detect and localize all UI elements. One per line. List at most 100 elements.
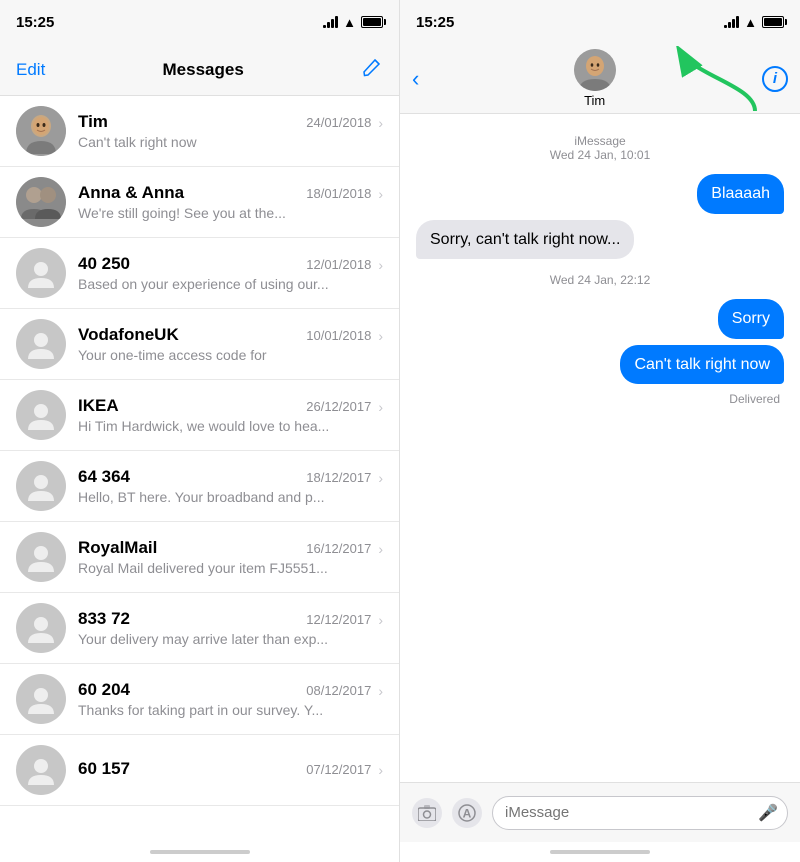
message-preview-royalmail: Royal Mail delivered your item FJ5551... [78, 560, 383, 576]
signal-bar-r4 [736, 16, 739, 28]
signal-bar-r2 [728, 22, 731, 28]
contact-name-label: Tim [584, 93, 605, 108]
bubble-sorry-cant: Sorry, can't talk right now... [416, 220, 634, 260]
wifi-icon-left: ▲ [343, 15, 356, 30]
avatar-40250 [16, 248, 66, 298]
contact-avatar-svg [574, 49, 616, 91]
message-header-royalmail: RoyalMail 16/12/2017 › [78, 538, 383, 558]
message-date-ikea: 26/12/2017 › [306, 399, 383, 415]
status-time-left: 15:25 [16, 14, 54, 31]
avatar-anna [16, 177, 66, 227]
signal-bar-1 [323, 25, 326, 28]
bubble-row-blaaaah: Blaaaah [416, 174, 784, 214]
anna-avatar-svg [16, 177, 66, 227]
system-date2: Wed 24 Jan, 22:12 [416, 273, 784, 287]
avatar-60204 [16, 674, 66, 724]
message-date-vodafone: 10/01/2018 › [306, 328, 383, 344]
home-bar-right [400, 842, 800, 862]
compose-icon [361, 56, 383, 78]
message-content-60204: 60 204 08/12/2017 › Thanks for taking pa… [78, 680, 383, 718]
status-time-right: 15:25 [416, 14, 454, 31]
contact-name-tim: Tim [78, 112, 108, 132]
signal-bar-r1 [724, 25, 727, 28]
message-content-64364: 64 364 18/12/2017 › Hello, BT here. Your… [78, 467, 383, 505]
conversation-83372[interactable]: 833 72 12/12/2017 › Your delivery may ar… [0, 593, 399, 664]
nav-bar-left: Edit Messages [0, 44, 399, 96]
bubble-blaaaah: Blaaaah [697, 174, 784, 214]
conversation-royalmail[interactable]: RoyalMail 16/12/2017 › Royal Mail delive… [0, 522, 399, 593]
person-icon-83372 [26, 613, 56, 643]
avatar-vodafone [16, 319, 66, 369]
signal-bar-4 [335, 16, 338, 28]
status-icons-left: ▲ [323, 15, 383, 30]
wifi-icon-right: ▲ [744, 15, 757, 30]
status-bar-right: 15:25 ▲ [400, 0, 800, 44]
compose-button[interactable] [361, 56, 383, 84]
edit-button[interactable]: Edit [16, 60, 45, 80]
avatar-60157 [16, 745, 66, 795]
message-date-60204: 08/12/2017 › [306, 683, 383, 699]
message-header-60157: 60 157 07/12/2017 › [78, 759, 383, 779]
back-button[interactable]: ‹ [412, 66, 419, 92]
conversation-anna[interactable]: Anna & Anna 18/01/2018 › We're still goi… [0, 167, 399, 238]
person-icon-ikea [26, 400, 56, 430]
contact-name-vodafone: VodafoneUK [78, 325, 179, 345]
home-bar-left [0, 842, 399, 862]
signal-bars-right [724, 16, 739, 28]
avatar-ikea [16, 390, 66, 440]
conversation-40250[interactable]: 40 250 12/01/2018 › Based on your experi… [0, 238, 399, 309]
contact-name-60157: 60 157 [78, 759, 130, 779]
avatar-64364 [16, 461, 66, 511]
contact-name-64364: 64 364 [78, 467, 130, 487]
message-date-anna: 18/01/2018 › [306, 186, 383, 202]
contact-name-83372: 833 72 [78, 609, 130, 629]
camera-icon [418, 805, 436, 821]
contact-name-60204: 60 204 [78, 680, 130, 700]
input-area: A 🎤 [400, 782, 800, 842]
message-preview-anna: We're still going! See you at the... [78, 205, 383, 221]
person-icon-vodafone [26, 329, 56, 359]
home-bar-line-left [150, 850, 250, 854]
conversation-60204[interactable]: 60 204 08/12/2017 › Thanks for taking pa… [0, 664, 399, 735]
battery-fill-left [363, 18, 381, 26]
message-content-royalmail: RoyalMail 16/12/2017 › Royal Mail delive… [78, 538, 383, 576]
bubble-cant-talk: Can't talk right now [620, 345, 784, 385]
message-date-royalmail: 16/12/2017 › [306, 541, 383, 557]
message-content-ikea: IKEA 26/12/2017 › Hi Tim Hardwick, we wo… [78, 396, 383, 434]
message-content-anna: Anna & Anna 18/01/2018 › We're still goi… [78, 183, 383, 221]
message-content-40250: 40 250 12/01/2018 › Based on your experi… [78, 254, 383, 292]
contact-name-ikea: IKEA [78, 396, 119, 416]
camera-button[interactable] [412, 798, 442, 828]
conversation-ikea[interactable]: IKEA 26/12/2017 › Hi Tim Hardwick, we wo… [0, 380, 399, 451]
contact-center: Tim [427, 49, 762, 108]
message-preview-60204: Thanks for taking part in our survey. Y.… [78, 702, 383, 718]
conversation-vodafone[interactable]: VodafoneUK 10/01/2018 › Your one-time ac… [0, 309, 399, 380]
message-input-wrap: 🎤 [492, 796, 788, 830]
info-button[interactable]: i [762, 66, 788, 92]
appstore-button[interactable]: A [452, 798, 482, 828]
message-date-60157: 07/12/2017 › [306, 762, 383, 778]
status-bar-left: 15:25 ▲ [0, 0, 399, 44]
contact-avatar-right[interactable] [574, 49, 616, 91]
conversations-list: Tim 24/01/2018 › Can't talk right now [0, 96, 399, 842]
messages-title: Messages [163, 60, 244, 80]
home-bar-line-right [550, 850, 650, 854]
avatar-tim [16, 106, 66, 156]
person-icon-60204 [26, 684, 56, 714]
person-icon-40250 [26, 258, 56, 288]
person-icon-60157 [26, 755, 56, 785]
message-preview-40250: Based on your experience of using our... [78, 276, 383, 292]
conversation-64364[interactable]: 64 364 18/12/2017 › Hello, BT here. Your… [0, 451, 399, 522]
signal-bar-2 [327, 22, 330, 28]
bubble-row-cant-talk: Can't talk right now [416, 345, 784, 385]
conversation-tim[interactable]: Tim 24/01/2018 › Can't talk right now [0, 96, 399, 167]
delivered-label: Delivered [416, 392, 780, 406]
message-content-vodafone: VodafoneUK 10/01/2018 › Your one-time ac… [78, 325, 383, 363]
message-input[interactable] [492, 796, 788, 830]
message-preview-ikea: Hi Tim Hardwick, we would love to hea... [78, 418, 383, 434]
message-header-40250: 40 250 12/01/2018 › [78, 254, 383, 274]
battery-icon-left [361, 16, 383, 28]
svg-text:A: A [463, 806, 472, 820]
person-icon-64364 [26, 471, 56, 501]
conversation-60157[interactable]: 60 157 07/12/2017 › [0, 735, 399, 806]
